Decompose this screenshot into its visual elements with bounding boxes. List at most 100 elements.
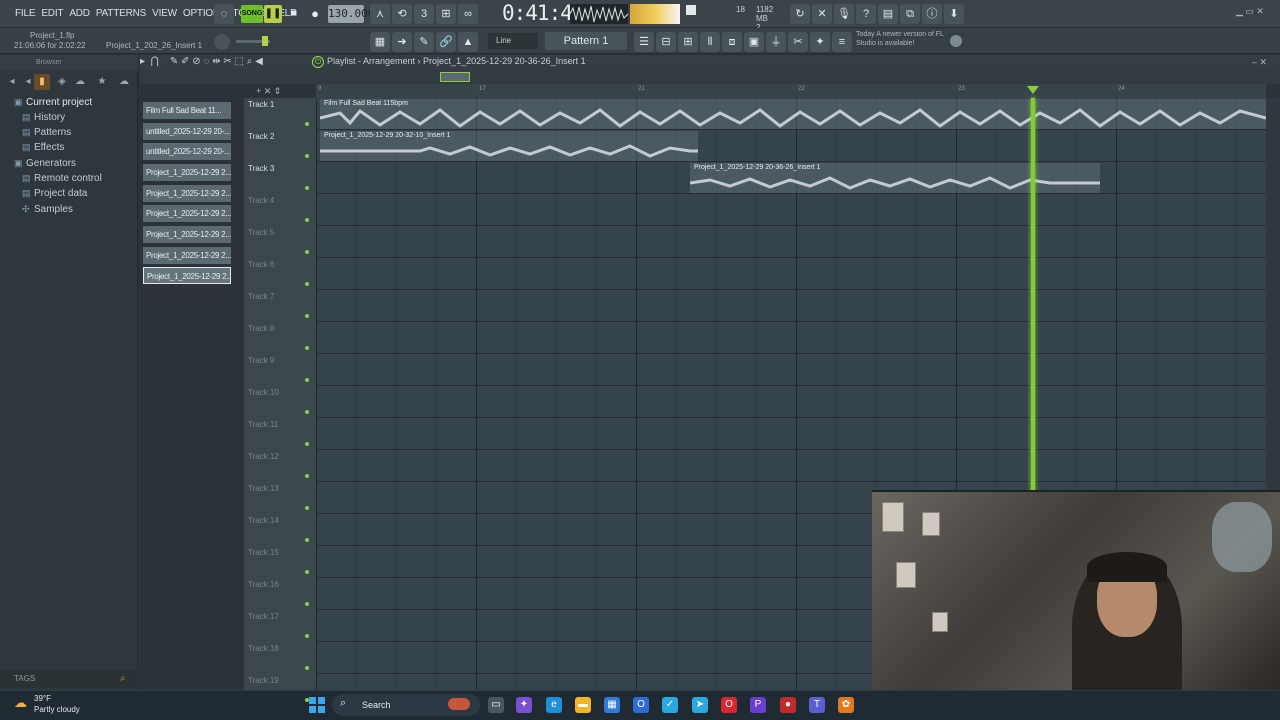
track-active-led[interactable] xyxy=(305,378,309,382)
draw-icon[interactable]: ✎ xyxy=(170,56,178,67)
track-active-led[interactable] xyxy=(305,506,309,510)
wait-input-icon[interactable]: ⟲ xyxy=(392,4,412,24)
browser-item-generators[interactable]: ▣ Generators xyxy=(14,156,76,171)
mixer-icon[interactable]: ⧉ xyxy=(900,4,920,24)
main-volume-knob[interactable] xyxy=(214,34,230,50)
track-active-led[interactable] xyxy=(305,346,309,350)
track-name[interactable]: Track 12 xyxy=(248,452,279,461)
collapse-icon[interactable]: ◂ xyxy=(4,74,20,90)
magnet-icon[interactable]: ⋂ xyxy=(151,56,159,67)
track-name[interactable]: Track 6 xyxy=(248,260,274,269)
picker-item[interactable]: Project_1_2025-12-29 2... xyxy=(143,205,231,222)
weather-icon[interactable]: ☁ xyxy=(14,695,30,711)
edge-icon[interactable]: e xyxy=(546,697,562,713)
link-icon[interactable]: 🔗 xyxy=(436,32,456,52)
info-icon[interactable]: ⓘ xyxy=(922,4,942,24)
track-name[interactable]: Track 10 xyxy=(248,388,279,397)
audio-clip[interactable]: Film Full Sad Beat 115bpm xyxy=(320,99,1266,129)
audio-clip[interactable]: Project_1_2025-12-29 20-32-10_Insert 1 xyxy=(320,131,698,161)
plugin-db-icon[interactable]: ◈ xyxy=(54,74,70,90)
task-view-icon[interactable]: ▭ xyxy=(488,697,504,713)
delete-icon[interactable]: ⊘ xyxy=(192,56,200,67)
save-icon[interactable]: ▤ xyxy=(878,4,898,24)
track-active-led[interactable] xyxy=(305,666,309,670)
file-explorer-icon[interactable]: ▬ xyxy=(575,697,591,713)
all-files-icon[interactable]: ▮ xyxy=(34,74,50,90)
picker-item[interactable]: untitled_2025-12-29 20-... xyxy=(143,143,231,160)
track-name[interactable]: Track 7 xyxy=(248,292,274,301)
channel-rack-icon[interactable]: ⊞ xyxy=(678,32,698,52)
audio-clip-selected[interactable]: Project_1_2025-12-29 20-36-26_Insert 1 xyxy=(690,163,1100,193)
track-active-led[interactable] xyxy=(305,698,309,702)
browser-item-samples[interactable]: ✣ Samples xyxy=(22,202,73,217)
playlist-scrollbar[interactable] xyxy=(140,70,1280,84)
browser-window-icon[interactable]: ⧈ xyxy=(722,32,742,52)
playback-icon[interactable]: ◀ xyxy=(255,56,263,67)
help-icon[interactable]: ? xyxy=(856,4,876,24)
loop-record-icon[interactable]: ∞ xyxy=(458,4,478,24)
track-active-led[interactable] xyxy=(305,474,309,478)
pause-button[interactable]: ❚❚ xyxy=(264,5,282,23)
track-active-led[interactable] xyxy=(305,410,309,414)
track-name[interactable]: Track 11 xyxy=(248,420,278,429)
track-active-led[interactable] xyxy=(305,122,309,126)
track-name[interactable]: Track 13 xyxy=(248,484,279,493)
browser-item-effects[interactable]: ▤ Effects xyxy=(22,140,64,155)
track-active-led[interactable] xyxy=(305,314,309,318)
countdown-icon[interactable]: 3 xyxy=(414,4,434,24)
track-active-led[interactable] xyxy=(305,538,309,542)
add-track-icon[interactable]: + ✕ ⇕ xyxy=(256,86,281,97)
wand-icon[interactable]: ✦ xyxy=(810,32,830,52)
track-active-led[interactable] xyxy=(305,218,309,222)
track-active-led[interactable] xyxy=(305,602,309,606)
app-icon[interactable]: ✓ xyxy=(662,697,678,713)
track-name[interactable]: Track 1 xyxy=(248,100,274,109)
picker-item[interactable]: untitled_2025-12-29 20-... xyxy=(143,123,231,140)
plugin-picker-icon[interactable]: ▣ xyxy=(744,32,764,52)
teams-icon[interactable]: T xyxy=(809,697,825,713)
menu-patterns[interactable]: PATTERNS xyxy=(93,0,149,28)
plugin-tools-icon[interactable]: ✕ xyxy=(812,4,832,24)
tags-bar[interactable]: TAGS xyxy=(0,670,138,688)
picker-item[interactable]: Project_1_2025-12-29 2... xyxy=(143,247,231,264)
tools-icon[interactable]: ✂ xyxy=(788,32,808,52)
zoom-icon[interactable]: ⌕ xyxy=(247,56,253,67)
fl-studio-icon[interactable]: ✿ xyxy=(838,697,854,713)
metronome-icon[interactable]: ⋏ xyxy=(370,4,390,24)
track-active-led[interactable] xyxy=(305,570,309,574)
recorder-icon[interactable]: ● xyxy=(780,697,796,713)
track-active-led[interactable] xyxy=(305,186,309,190)
mute-icon[interactable]: ◌ xyxy=(203,56,209,67)
pitch-slider-thumb[interactable] xyxy=(262,36,268,46)
microphone-icon[interactable]: 🎙 xyxy=(834,4,854,24)
browser-item-current-project[interactable]: ▣ Current project xyxy=(14,95,92,110)
track-name[interactable]: Track 5 xyxy=(248,228,274,237)
track-name[interactable]: Track 19 xyxy=(248,676,279,685)
menu-arrow-icon[interactable]: ▸ xyxy=(140,56,145,67)
step-edit-icon[interactable]: ⊞ xyxy=(436,4,456,24)
opera-icon[interactable]: O xyxy=(721,697,737,713)
download-icon[interactable]: ⬇ xyxy=(944,4,964,24)
track-name[interactable]: Track 4 xyxy=(248,196,274,205)
pattern-selector[interactable]: Pattern 1 xyxy=(545,32,627,50)
picker-item[interactable]: Project_1_2025-12-29 2... xyxy=(143,164,231,181)
menu-view[interactable]: VIEW xyxy=(149,0,180,28)
playlist-icon[interactable]: ☰ xyxy=(634,32,654,52)
picker-item[interactable]: Project_1_2025-12-29 2... xyxy=(143,185,231,202)
cloud-icon[interactable]: ☁ xyxy=(72,74,88,90)
online-icon[interactable] xyxy=(950,35,962,47)
list-icon[interactable]: ≡ xyxy=(832,32,852,52)
browser-item-history[interactable]: ▤ History xyxy=(22,110,65,125)
window-controls[interactable]: ▁ ▭ ✕ xyxy=(1236,6,1264,17)
telegram-icon[interactable]: ➤ xyxy=(692,697,708,713)
browser-item-remote-control[interactable]: ▤ Remote control xyxy=(22,171,102,186)
store-icon[interactable]: ▦ xyxy=(604,697,620,713)
picker-item-selected[interactable]: Project_1_2025-12-29 2... xyxy=(143,267,231,284)
piano-roll-icon[interactable]: ⊟ xyxy=(656,32,676,52)
track-active-led[interactable] xyxy=(305,634,309,638)
browser-item-project-data[interactable]: ▤ Project data xyxy=(22,186,87,201)
track-name[interactable]: Track 8 xyxy=(248,324,274,333)
track-name[interactable]: Track 3 xyxy=(248,164,274,173)
playlist-window-controls[interactable]: – ✕ xyxy=(1252,57,1267,68)
star-icon[interactable]: ★ xyxy=(94,74,110,90)
